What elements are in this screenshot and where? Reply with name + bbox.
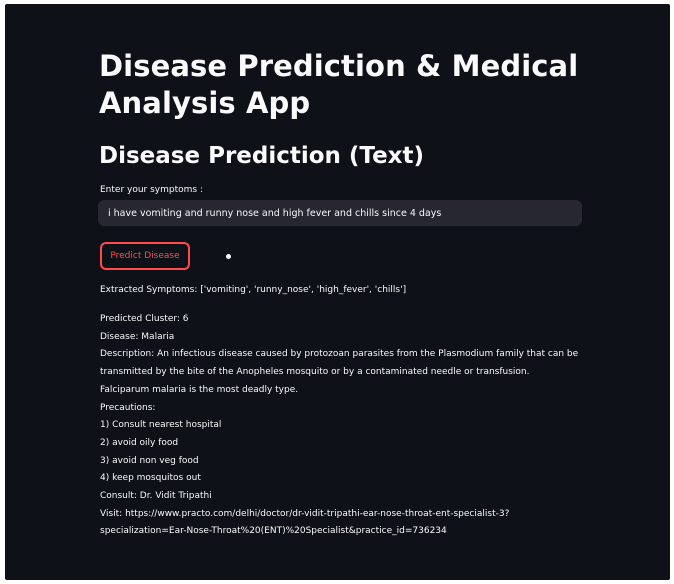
visit-link-line: specialization=Ear-Nose-Throat%20(ENT)%2… bbox=[100, 526, 447, 537]
description-line: Description: An infectious disease cause… bbox=[100, 349, 579, 360]
symptoms-input[interactable] bbox=[98, 200, 582, 226]
section-title: Disease Prediction (Text) bbox=[99, 143, 425, 169]
precaution-item: 4) keep mosquitos out bbox=[100, 473, 201, 484]
visit-link-line: Visit: https://www.practo.com/delhi/doct… bbox=[100, 508, 510, 519]
symptoms-input-label: Enter your symptoms : bbox=[100, 185, 203, 195]
extracted-symptoms: Extracted Symptoms: ['vomiting', 'runny_… bbox=[100, 285, 407, 295]
precautions-heading: Precautions: bbox=[100, 402, 156, 413]
precaution-item: 1) Consult nearest hospital bbox=[100, 420, 222, 431]
description-line: Falciparum malaria is the most deadly ty… bbox=[100, 384, 299, 395]
precaution-item: 3) avoid non veg food bbox=[100, 455, 199, 466]
disease-name: Disease: Malaria bbox=[100, 331, 175, 342]
prediction-results: Predicted Cluster: 6 Disease: Malaria De… bbox=[100, 311, 584, 541]
description-line: transmitted by the bite of the Anopheles… bbox=[100, 367, 530, 378]
status-dot bbox=[226, 254, 231, 259]
consult-doctor: Consult: Dr. Vidit Tripathi bbox=[100, 491, 212, 502]
app-title: Disease Prediction & Medical Analysis Ap… bbox=[99, 49, 579, 120]
predicted-cluster: Predicted Cluster: 6 bbox=[100, 314, 189, 324]
predict-disease-button[interactable]: Predict Disease bbox=[100, 242, 190, 270]
precaution-item: 2) avoid oily food bbox=[100, 437, 179, 448]
app-window: Disease Prediction & Medical Analysis Ap… bbox=[5, 4, 670, 580]
